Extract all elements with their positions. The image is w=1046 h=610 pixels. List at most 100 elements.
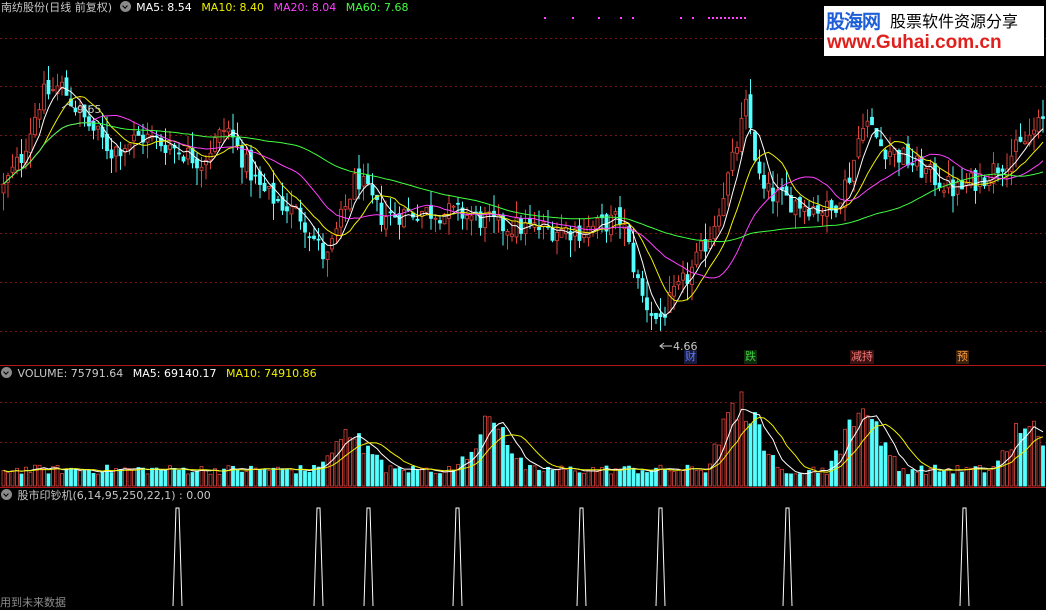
volume-bar (42, 468, 46, 487)
volume-bar (555, 468, 559, 487)
volume-bar (325, 455, 330, 487)
volume-bar (694, 470, 699, 487)
candle-body (537, 226, 541, 231)
volume-bar (798, 473, 802, 487)
event-tag-forecast[interactable]: 预 (956, 350, 969, 364)
candle-body (51, 89, 55, 91)
candle-body (631, 242, 636, 273)
volume-bar (69, 467, 73, 487)
volume-bar (460, 456, 465, 487)
candle-body (820, 212, 825, 216)
candle-body (640, 278, 645, 296)
volume-bar (789, 473, 793, 487)
volume-bar (532, 465, 537, 487)
candle-body (1023, 141, 1027, 145)
volume-bar (375, 454, 379, 487)
candle-body (757, 161, 762, 174)
candle-body (226, 127, 231, 133)
candle-body (793, 200, 798, 216)
volume-bar (456, 464, 460, 487)
candle-body (649, 313, 654, 316)
event-tag-drop[interactable]: 跌 (744, 350, 757, 364)
ma60-label: MA60: 7.68 (345, 1, 409, 14)
candle-body (262, 182, 267, 192)
volume-bar (181, 467, 186, 487)
volume-bar (469, 451, 474, 487)
candle-body (10, 166, 15, 173)
candle-body (307, 236, 312, 239)
volume-bar (285, 468, 289, 487)
volume-bar (217, 473, 222, 487)
candle-body (28, 133, 33, 153)
volume-bar (586, 469, 591, 487)
candle-body (730, 151, 735, 171)
indicator-panel-menu-icon[interactable] (1, 489, 12, 500)
stock-chart-canvas[interactable]: 9.65 4.66 (0, 0, 1046, 608)
volume-bar (816, 472, 820, 487)
candle-body (766, 182, 771, 192)
signal-dot (692, 17, 694, 19)
candle-body (694, 251, 699, 266)
candle-body (712, 225, 717, 240)
volume-bar (78, 470, 82, 487)
volume-bar (379, 459, 384, 487)
candle-body (109, 149, 114, 159)
volume-bar (136, 467, 141, 487)
ma5-label: MA5: 8.54 (136, 1, 192, 14)
volume-bar (640, 470, 645, 487)
volume-bar (631, 468, 636, 487)
candle-body (415, 218, 420, 221)
volume-bar (73, 468, 78, 487)
volume-bar (433, 473, 438, 487)
volume-bar (451, 470, 456, 487)
volume-bar (64, 468, 69, 487)
volume-bar (874, 421, 879, 487)
volume-bar (649, 469, 654, 487)
event-tag-reduce-holdings[interactable]: 减持 (850, 350, 874, 364)
indicator-menu-icon[interactable] (119, 1, 131, 12)
candle-body (213, 137, 217, 152)
volume-bar (244, 471, 249, 487)
candle-body (681, 272, 685, 281)
volume-bar (618, 469, 622, 487)
volume-bar (906, 474, 910, 487)
candle-body (1000, 168, 1005, 172)
volume-bar (388, 465, 393, 487)
volume-bar (393, 468, 397, 487)
candle-body (744, 98, 748, 117)
volume-bar (208, 473, 213, 487)
volume-bar (177, 469, 181, 487)
candle-body (456, 202, 460, 205)
event-tag-finance[interactable]: 财 (684, 350, 697, 364)
volume-bar (1, 470, 6, 487)
candle-body (915, 155, 919, 167)
signal-dot (632, 17, 634, 19)
volume-ma5-label: MA5: 69140.17 (132, 367, 217, 380)
candle-body (114, 146, 118, 157)
volume-bar (46, 473, 51, 487)
candle-body (361, 176, 366, 187)
volume-bar (726, 412, 730, 487)
candle-body (753, 131, 757, 161)
volume-bar (987, 470, 991, 487)
volume-bar (609, 473, 613, 487)
candle-body (357, 168, 361, 190)
volume-bar (645, 472, 649, 487)
volume-menu-icon[interactable] (1, 367, 12, 378)
volume-bar (793, 473, 798, 487)
volume-bar (672, 471, 676, 487)
volume-bar (483, 415, 487, 487)
candle-body (37, 109, 42, 120)
volume-bar (519, 457, 523, 487)
volume-bar (307, 472, 312, 487)
logo-url: www.Guhai.com.cn (827, 32, 1002, 53)
candle-body (699, 240, 703, 252)
candle-body (1018, 136, 1023, 142)
signal-dot (724, 17, 726, 19)
volume-bar (865, 415, 870, 487)
volume-bar (1027, 426, 1032, 487)
candle-body (19, 153, 24, 163)
volume-bar (361, 452, 366, 487)
candle-body (762, 174, 766, 189)
volume-bar (1041, 445, 1045, 487)
